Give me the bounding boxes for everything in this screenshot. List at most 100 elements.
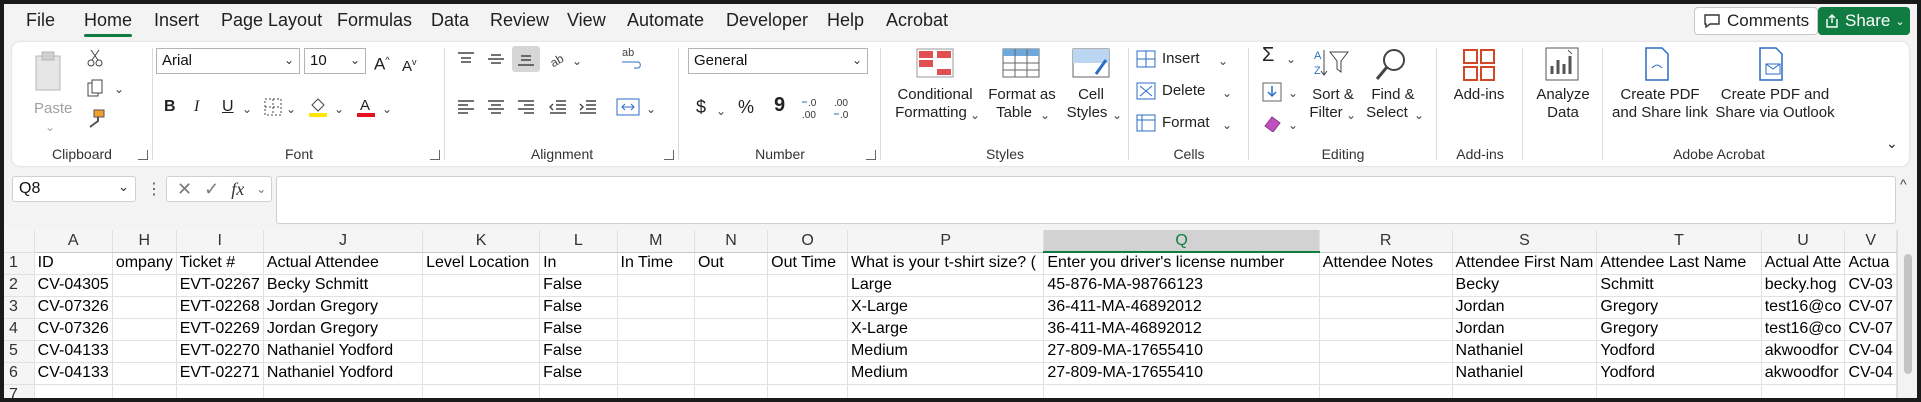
cell-p7[interactable]: [847, 384, 1045, 398]
cell-i6[interactable]: EVT-02271: [176, 362, 264, 385]
cell-j5[interactable]: Nathaniel Yodford: [263, 340, 424, 363]
cell-j1[interactable]: Actual Attendee: [263, 252, 424, 275]
cell-u7[interactable]: [1761, 384, 1846, 398]
tab-file[interactable]: File: [26, 10, 55, 31]
cell-k3[interactable]: [422, 296, 541, 319]
cell-r1[interactable]: Attendee Notes: [1319, 252, 1453, 275]
cell-v6[interactable]: CV-04: [1844, 362, 1897, 385]
align-left-icon[interactable]: [456, 98, 476, 116]
cancel-icon[interactable]: ✕: [177, 179, 192, 200]
row-header[interactable]: 7: [4, 384, 35, 398]
comments-button[interactable]: Comments: [1694, 7, 1818, 35]
fill-chevron-icon[interactable]: ⌄: [1288, 84, 1298, 102]
cell-o5[interactable]: [767, 340, 848, 363]
cell-o3[interactable]: [767, 296, 848, 319]
font-color-chevron-icon[interactable]: ⌄: [382, 100, 392, 118]
bold-button[interactable]: B: [164, 98, 176, 116]
cell-o2[interactable]: [767, 274, 848, 297]
merge-chevron-icon[interactable]: ⌄: [646, 100, 656, 118]
borders-icon[interactable]: [264, 98, 282, 116]
cell-m3[interactable]: [617, 296, 695, 319]
cell-o7[interactable]: [767, 384, 848, 398]
tab-help[interactable]: Help: [827, 10, 864, 31]
cell-k1[interactable]: Level Location: [422, 252, 541, 275]
cell-u2[interactable]: becky.hog: [1761, 274, 1846, 297]
column-header-p[interactable]: P: [847, 230, 1045, 253]
decrease-indent-icon[interactable]: [548, 98, 568, 116]
cell-v7[interactable]: [1844, 384, 1897, 398]
column-header-m[interactable]: M: [617, 230, 695, 253]
cell-a6[interactable]: CV-04133: [34, 362, 113, 385]
font-name-box[interactable]: Arial ⌄: [156, 48, 300, 74]
cell-i7[interactable]: [176, 384, 264, 398]
paste-button[interactable]: Paste: [34, 100, 72, 118]
insert-function-button[interactable]: fx: [231, 179, 244, 200]
cell-a7[interactable]: [34, 384, 113, 398]
paste-chevron-icon[interactable]: ⌄: [45, 118, 55, 136]
decrease-decimal-icon[interactable]: .00.0: [832, 96, 858, 120]
cell-v4[interactable]: CV-07: [1844, 318, 1897, 341]
cell-r7[interactable]: [1319, 384, 1453, 398]
clear-chevron-icon[interactable]: ⌄: [1288, 116, 1298, 134]
cell-n6[interactable]: [694, 362, 769, 385]
cell-k2[interactable]: [422, 274, 541, 297]
cell-t1[interactable]: Attendee Last Name: [1596, 252, 1762, 275]
cell-h5[interactable]: [112, 340, 177, 363]
cell-k7[interactable]: [422, 384, 541, 398]
cell-p3[interactable]: X-Large: [847, 296, 1045, 319]
number-launcher-icon[interactable]: [866, 150, 876, 160]
clipboard-launcher-icon[interactable]: [138, 150, 148, 160]
row-header[interactable]: 6: [4, 362, 35, 385]
cell-t4[interactable]: Gregory: [1596, 318, 1762, 341]
currency-chevron-icon[interactable]: ⌄: [716, 102, 726, 120]
fill-color-chevron-icon[interactable]: ⌄: [334, 100, 344, 118]
cell-s7[interactable]: [1452, 384, 1598, 398]
cell-o6[interactable]: [767, 362, 848, 385]
align-middle-icon[interactable]: [486, 50, 506, 68]
cell-s3[interactable]: Jordan: [1452, 296, 1598, 319]
font-size-box[interactable]: 10 ⌄: [304, 48, 366, 74]
percent-button[interactable]: %: [738, 98, 754, 116]
italic-button[interactable]: I: [194, 98, 199, 116]
column-header-q[interactable]: Q: [1043, 230, 1320, 253]
cell-u1[interactable]: Actual Atte: [1761, 252, 1846, 275]
cell-a2[interactable]: CV-04305: [34, 274, 113, 297]
cell-v5[interactable]: CV-04: [1844, 340, 1897, 363]
cell-h1[interactable]: ompany: [112, 252, 177, 275]
autosum-icon[interactable]: Σ: [1262, 45, 1274, 65]
row-header[interactable]: 2: [4, 274, 35, 297]
cell-u6[interactable]: akwoodfor: [1761, 362, 1846, 385]
font-color-icon[interactable]: A: [356, 96, 376, 118]
cell-s1[interactable]: Attendee First Nam: [1452, 252, 1598, 275]
cell-l2[interactable]: False: [539, 274, 618, 297]
more-options-icon[interactable]: ⋮: [146, 179, 162, 199]
cell-h4[interactable]: [112, 318, 177, 341]
enter-icon[interactable]: ✓: [204, 179, 219, 200]
tab-formulas[interactable]: Formulas: [337, 10, 412, 31]
column-header-a[interactable]: A: [34, 230, 113, 253]
cell-o4[interactable]: [767, 318, 848, 341]
cell-j2[interactable]: Becky Schmitt: [263, 274, 424, 297]
wrap-text-icon[interactable]: ab: [620, 46, 644, 72]
cell-p4[interactable]: X-Large: [847, 318, 1045, 341]
cell-n1[interactable]: Out: [694, 252, 769, 275]
tab-page-layout[interactable]: Page Layout: [221, 10, 322, 31]
column-header-s[interactable]: S: [1452, 230, 1598, 253]
copy-chevron-icon[interactable]: ⌄: [114, 80, 124, 98]
cell-t6[interactable]: Yodford: [1596, 362, 1762, 385]
cell-p2[interactable]: Large: [847, 274, 1045, 297]
cell-o1[interactable]: Out Time: [767, 252, 848, 275]
fill-color-icon[interactable]: [308, 96, 328, 118]
row-header[interactable]: 3: [4, 296, 35, 319]
cell-q7[interactable]: [1043, 384, 1320, 398]
cell-q5[interactable]: 27-809-MA-17655410: [1043, 340, 1320, 363]
cell-j7[interactable]: [263, 384, 424, 398]
cell-q2[interactable]: 45-876-MA-98766123: [1043, 274, 1320, 297]
orientation-chevron-icon[interactable]: ⌄: [572, 52, 582, 70]
cell-q4[interactable]: 36-411-MA-46892012: [1043, 318, 1320, 341]
cell-u3[interactable]: test16@co: [1761, 296, 1846, 319]
column-header-n[interactable]: N: [694, 230, 769, 253]
cell-v3[interactable]: CV-07: [1844, 296, 1897, 319]
vertical-scrollbar[interactable]: [1897, 230, 1917, 398]
cell-i4[interactable]: EVT-02269: [176, 318, 264, 341]
